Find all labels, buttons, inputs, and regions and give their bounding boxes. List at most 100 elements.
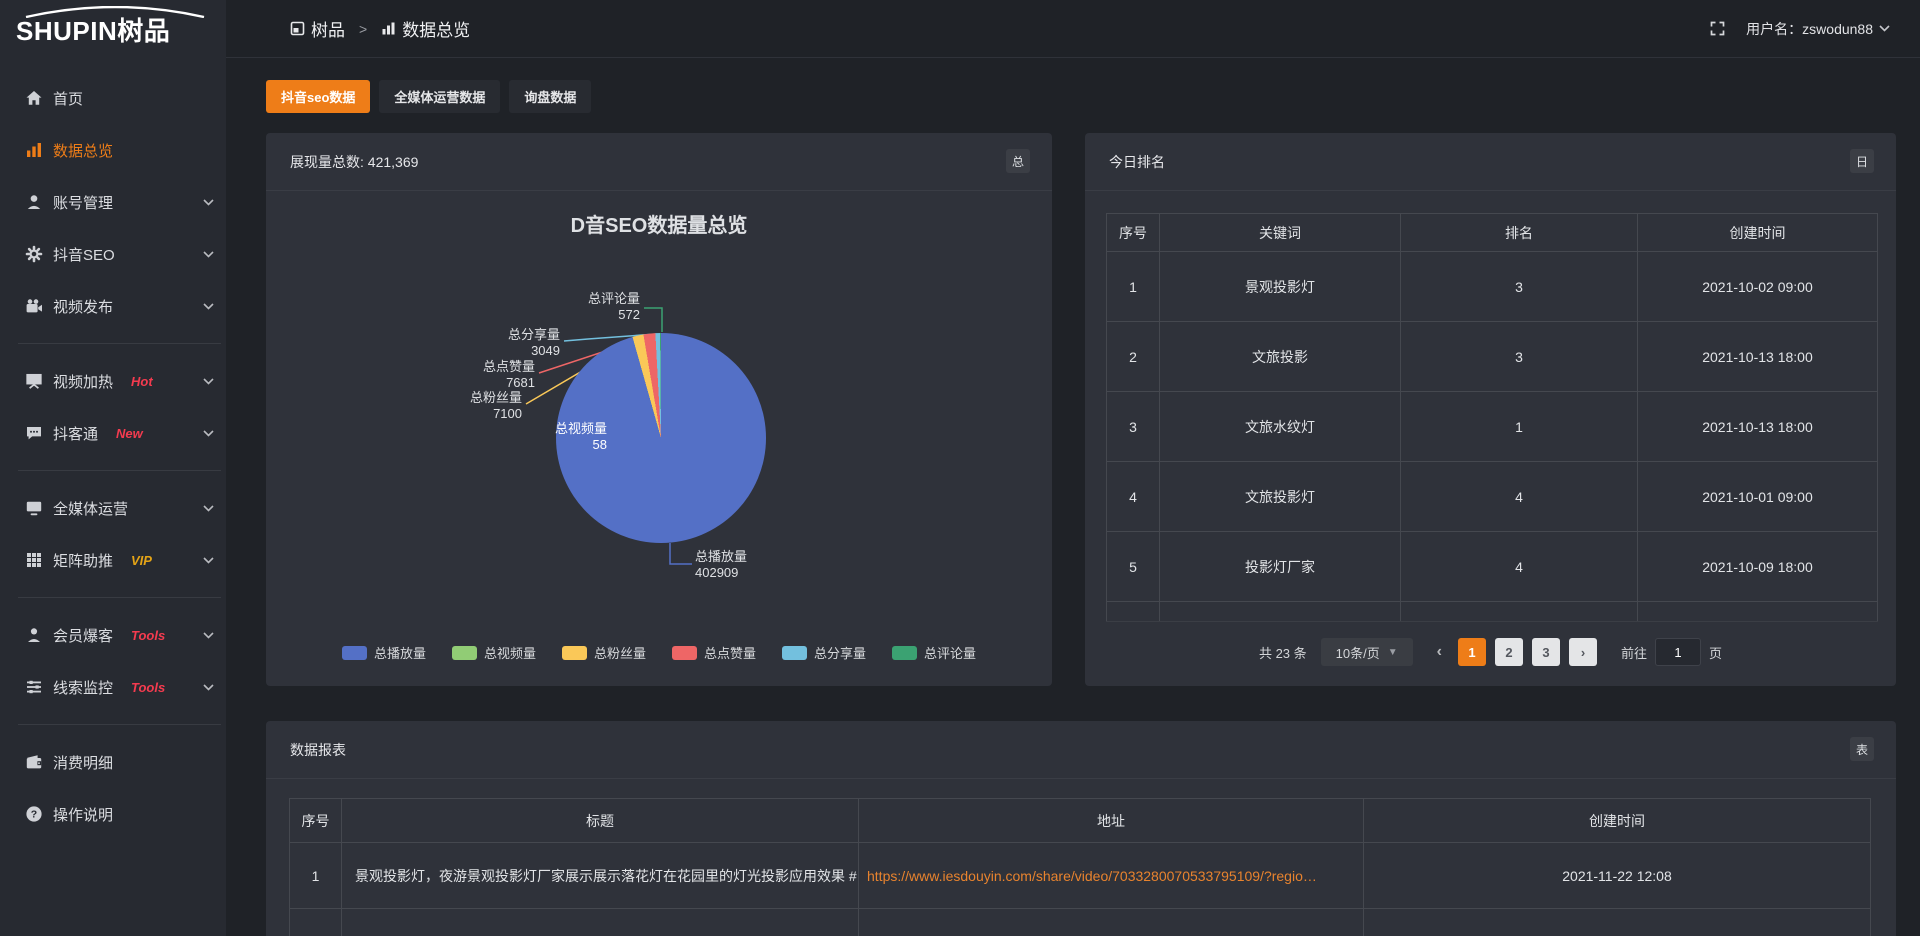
goto-label: 前往 [1621,643,1647,662]
ranking-badge-button[interactable]: 日 [1850,149,1874,173]
chevron-down-icon [203,199,214,206]
pagination-page-1[interactable]: 1 [1458,638,1486,666]
legend-swatch [782,646,807,660]
report-table: 序号标题地址创建时间 1景观投影灯，夜游景观投影灯厂家展示展示落花灯在花园里的灯… [289,798,1871,936]
screen-icon [25,372,43,390]
legend-item[interactable]: 总播放量 [342,643,426,662]
table-cell: 2021-10-13 18:00 [1638,392,1878,462]
sidebar-item-label: 操作说明 [53,804,113,825]
pagination-prev-button[interactable]: ‹ [1437,638,1442,666]
table-cell: 1 [1401,392,1638,462]
sidebar-item-12[interactable]: 消费明细 [0,736,226,788]
sidebar-item-6[interactable]: 视频加热Hot [0,355,226,407]
sidebar-item-label: 抖客通 [53,423,98,444]
legend-swatch [342,646,367,660]
page-size-select[interactable]: 10条/页 ▼ [1321,638,1413,666]
sidebar-item-8[interactable]: 全媒体运营 [0,482,226,534]
pagination: 共 23 条 10条/页 ▼ ‹ 123› 前往 页 [1085,638,1896,666]
report-link[interactable]: https://www.iesdouyin.com/share/video/70… [867,868,1317,884]
sidebar-item-label: 首页 [53,88,83,109]
sidebar-item-badge: Tools [131,628,165,643]
sidebar-item-label: 会员爆客 [53,625,113,646]
video-camera-icon [25,297,43,315]
table-row: 4文旅投影灯42021-10-01 09:00 [1107,462,1878,532]
report-table-header: 序号标题地址创建时间 [290,799,1871,843]
pagination-next-button[interactable]: › [1569,638,1597,666]
sidebar-item-10[interactable]: 会员爆客 Tools [0,609,226,661]
column-header: 地址 [859,799,1364,843]
ranking-table-header: 序号关键词排名创建时间 [1107,214,1878,252]
table-row-clipped [1107,602,1878,622]
callout-likes: 总点赞量 7681 [415,359,535,391]
ranking-panel-header: 今日排名 日 [1085,133,1896,190]
legend-item[interactable]: 总视频量 [452,643,536,662]
column-header: 创建时间 [1364,799,1871,843]
pagination-goto: 前往 页 [1621,638,1722,666]
pagination-page-2[interactable]: 2 [1495,638,1523,666]
table-cell: 2021-10-09 18:00 [1638,532,1878,602]
callout-videos: 总视频量 58 [487,421,607,453]
goto-page-input[interactable] [1655,638,1701,666]
legend-swatch [452,646,477,660]
svg-text:?: ? [31,809,37,821]
chevron-down-icon [203,378,214,385]
username-label: 用户名：zswodun88 [1746,19,1873,39]
sidebar-item-label: 消费明细 [53,752,113,773]
report-badge-button[interactable]: 表 [1850,737,1874,761]
table-cell: 1 [1107,252,1160,322]
table-cell: 4 [1401,462,1638,532]
legend-swatch [892,646,917,660]
sidebar-item-label: 抖音SEO [53,244,115,265]
table-row: 3文旅水纹灯12021-10-13 18:00 [1107,392,1878,462]
tab-douyin-seo[interactable]: 抖音seo数据 [266,80,370,113]
column-header: 排名 [1401,214,1638,252]
tab-media-operation[interactable]: 全媒体运营数据 [379,80,500,113]
table-row-clipped [290,909,1871,936]
user-menu[interactable]: 用户名：zswodun88 [1746,19,1890,39]
breadcrumb-app[interactable]: 树品 [311,16,345,41]
legend-label: 总粉丝量 [594,643,646,662]
sidebar-item-7[interactable]: 抖客通New [0,407,226,459]
legend-item[interactable]: 总评论量 [892,643,976,662]
sidebar-item-3[interactable]: 账号管理 [0,176,226,228]
sidebar-item-13[interactable]: ? 操作说明 [0,788,226,840]
table-cell: 3 [1107,392,1160,462]
chevron-down-icon [203,505,214,512]
chart-title: D音SEO数据量总览 [266,209,1052,238]
sidebar-item-5[interactable]: 视频发布 [0,280,226,332]
report-title-cell: 景观投影灯，夜游景观投影灯厂家展示展示落花灯在花园里的灯光投影应用效果 # [342,843,859,909]
report-panel-header: 数据报表 表 [266,721,1896,778]
sidebar-item-11[interactable]: 线索监控Tools [0,661,226,713]
sidebar-item-1[interactable]: 首页 [0,72,226,124]
callout-shares: 总分享量 3049 [440,327,560,359]
overview-badge-button[interactable]: 总 [1006,149,1030,173]
main-content: 抖音seo数据 全媒体运营数据 询盘数据 展现量总数: 421,369 总 D音… [226,58,1920,936]
pagination-pages: 123 › [1458,638,1597,666]
sidebar-item-4[interactable]: 抖音SEO [0,228,226,280]
legend-label: 总播放量 [374,643,426,662]
legend-swatch [672,646,697,660]
fullscreen-icon[interactable] [1709,20,1726,37]
column-header: 创建时间 [1638,214,1878,252]
sidebar-divider [18,724,221,725]
topbar-right: 用户名：zswodun88 [1709,19,1920,39]
chevron-down-icon [203,557,214,564]
gear-icon [25,245,43,263]
sidebar-item-2[interactable]: 数据总览 [0,124,226,176]
breadcrumb: 树品 > 数据总览 [290,16,470,41]
callout-plays: 总播放量 402909 [695,549,747,581]
legend-item[interactable]: 总粉丝量 [562,643,646,662]
tab-inquiry[interactable]: 询盘数据 [509,80,591,113]
sidebar-item-label: 线索监控 [53,677,113,698]
chevron-down-icon [203,251,214,258]
sidebar-item-badge: VIP [131,553,152,568]
table-row: 1景观投影灯，夜游景观投影灯厂家展示展示落花灯在花园里的灯光投影应用效果 #ht… [290,843,1871,909]
sidebar-item-label: 全媒体运营 [53,498,128,519]
legend-item[interactable]: 总点赞量 [672,643,756,662]
logo-text: SHUPIN树品 [16,18,226,44]
breadcrumb-page[interactable]: 数据总览 [402,16,470,41]
pagination-page-3[interactable]: 3 [1532,638,1560,666]
wallet-icon [25,753,43,771]
sidebar-item-9[interactable]: 矩阵助推VIP [0,534,226,586]
legend-item[interactable]: 总分享量 [782,643,866,662]
